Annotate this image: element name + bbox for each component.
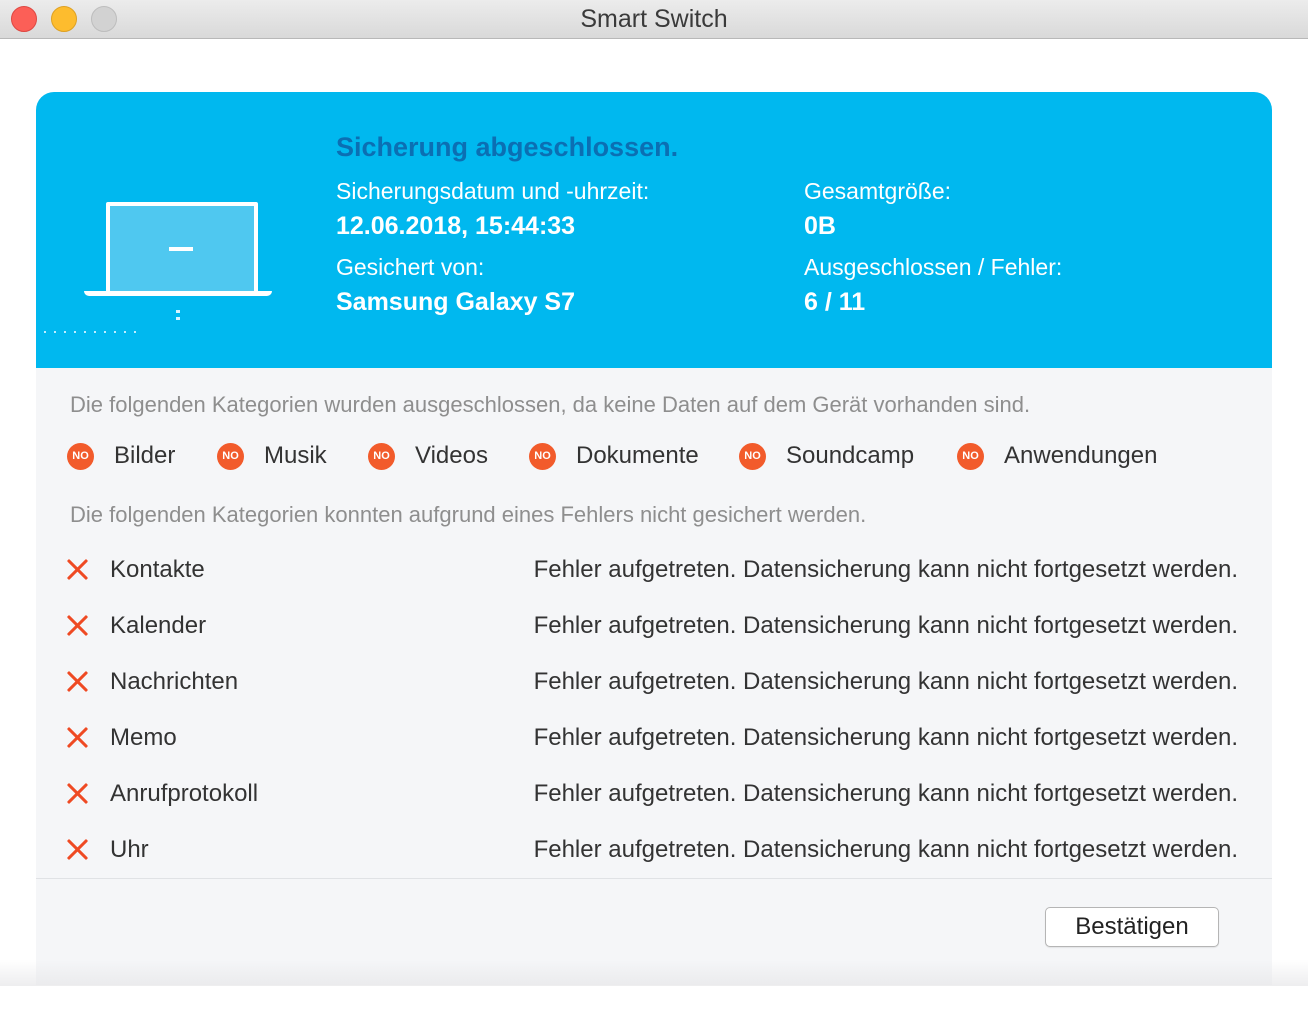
no-badge-icon: NO	[67, 442, 94, 470]
error-x-icon	[66, 726, 88, 748]
error-item-name: Nachrichten	[110, 668, 239, 695]
excluded-item-label: Anwendungen	[1004, 442, 1158, 469]
error-item-message: Fehler aufgetreten. Datensicherung kann …	[533, 780, 1238, 807]
window-bottom-shade	[0, 960, 1308, 986]
laptop-screen	[106, 202, 258, 296]
error-item: Anrufprotokoll Fehler aufgetreten. Daten…	[66, 780, 1238, 810]
window-title: Smart Switch	[580, 5, 728, 33]
excluded-item: NO Soundcamp	[739, 441, 914, 471]
laptop-base	[84, 291, 272, 296]
error-item-name: Kalender	[110, 612, 207, 639]
error-item: Memo Fehler aufgetreten. Datensicherung …	[66, 724, 1238, 754]
no-badge-icon: NO	[957, 442, 984, 470]
connection-dots-vertical	[176, 310, 180, 324]
excluded-item-label: Bilder	[114, 442, 176, 469]
title-bar: Smart Switch	[0, 0, 1308, 39]
error-item: Uhr Fehler aufgetreten. Datensicherung k…	[66, 836, 1238, 866]
error-x-icon	[66, 838, 88, 860]
error-x-icon	[66, 558, 88, 580]
total-size-label: Gesamtgröße:	[804, 178, 951, 204]
footer-divider	[36, 878, 1272, 879]
excluded-item-label: Videos	[415, 442, 488, 469]
total-size-value: 0B	[804, 212, 836, 240]
backup-date-value: 12.06.2018, 15:44:33	[336, 212, 576, 240]
error-item-message: Fehler aufgetreten. Datensicherung kann …	[533, 724, 1238, 751]
excluded-description: Die folgenden Kategorien wurden ausgesch…	[70, 392, 1031, 417]
backed-up-by-value: Samsung Galaxy S7	[336, 288, 576, 316]
error-x-icon	[66, 782, 88, 804]
no-badge-icon: NO	[217, 442, 244, 470]
error-item-message: Fehler aufgetreten. Datensicherung kann …	[533, 668, 1238, 695]
backup-result-panel: ·········· Sicherung abgeschlossen. Sich…	[36, 92, 1272, 985]
error-item-name: Kontakte	[110, 556, 205, 583]
error-item: Kalender Fehler aufgetreten. Datensicher…	[66, 612, 1238, 642]
error-item-message: Fehler aufgetreten. Datensicherung kann …	[533, 836, 1238, 863]
no-badge-icon: NO	[368, 442, 395, 470]
excluded-item-label: Soundcamp	[786, 442, 915, 469]
no-badge-icon: NO	[529, 442, 556, 470]
error-item-message: Fehler aufgetreten. Datensicherung kann …	[533, 556, 1238, 583]
errors-description: Die folgenden Kategorien konnten aufgrun…	[70, 502, 867, 527]
no-badge-icon: NO	[739, 442, 766, 470]
excluded-item: NO Dokumente	[529, 441, 699, 471]
excluded-item: NO Anwendungen	[957, 441, 1157, 471]
excluded-item: NO Bilder	[67, 441, 175, 471]
error-item-message: Fehler aufgetreten. Datensicherung kann …	[533, 612, 1238, 639]
backup-status: Sicherung abgeschlossen.	[336, 132, 679, 162]
excluded-errors-value: 6 / 11	[804, 288, 866, 316]
excluded-item-label: Musik	[264, 442, 327, 469]
excluded-item: NO Musik	[217, 441, 327, 471]
confirm-button[interactable]: Bestätigen	[1045, 907, 1219, 947]
error-x-icon	[66, 614, 88, 636]
excluded-item-label: Dokumente	[576, 442, 699, 469]
error-item: Nachrichten Fehler aufgetreten. Datensic…	[66, 668, 1238, 698]
error-item-name: Anrufprotokoll	[110, 780, 259, 807]
backup-date-label: Sicherungsdatum und -uhrzeit:	[336, 178, 650, 204]
connection-dots-icon: ··········	[42, 321, 142, 341]
error-x-icon	[66, 670, 88, 692]
error-item: Kontakte Fehler aufgetreten. Datensicher…	[66, 556, 1238, 586]
excluded-errors-label: Ausgeschlossen / Fehler:	[804, 254, 1063, 280]
error-item-name: Uhr	[110, 836, 149, 863]
error-item-name: Memo	[110, 724, 177, 751]
excluded-item: NO Videos	[368, 441, 488, 471]
laptop-screen-dash	[169, 247, 193, 251]
backed-up-by-label: Gesichert von:	[336, 254, 485, 280]
backup-summary-banner: ·········· Sicherung abgeschlossen. Sich…	[36, 92, 1272, 368]
